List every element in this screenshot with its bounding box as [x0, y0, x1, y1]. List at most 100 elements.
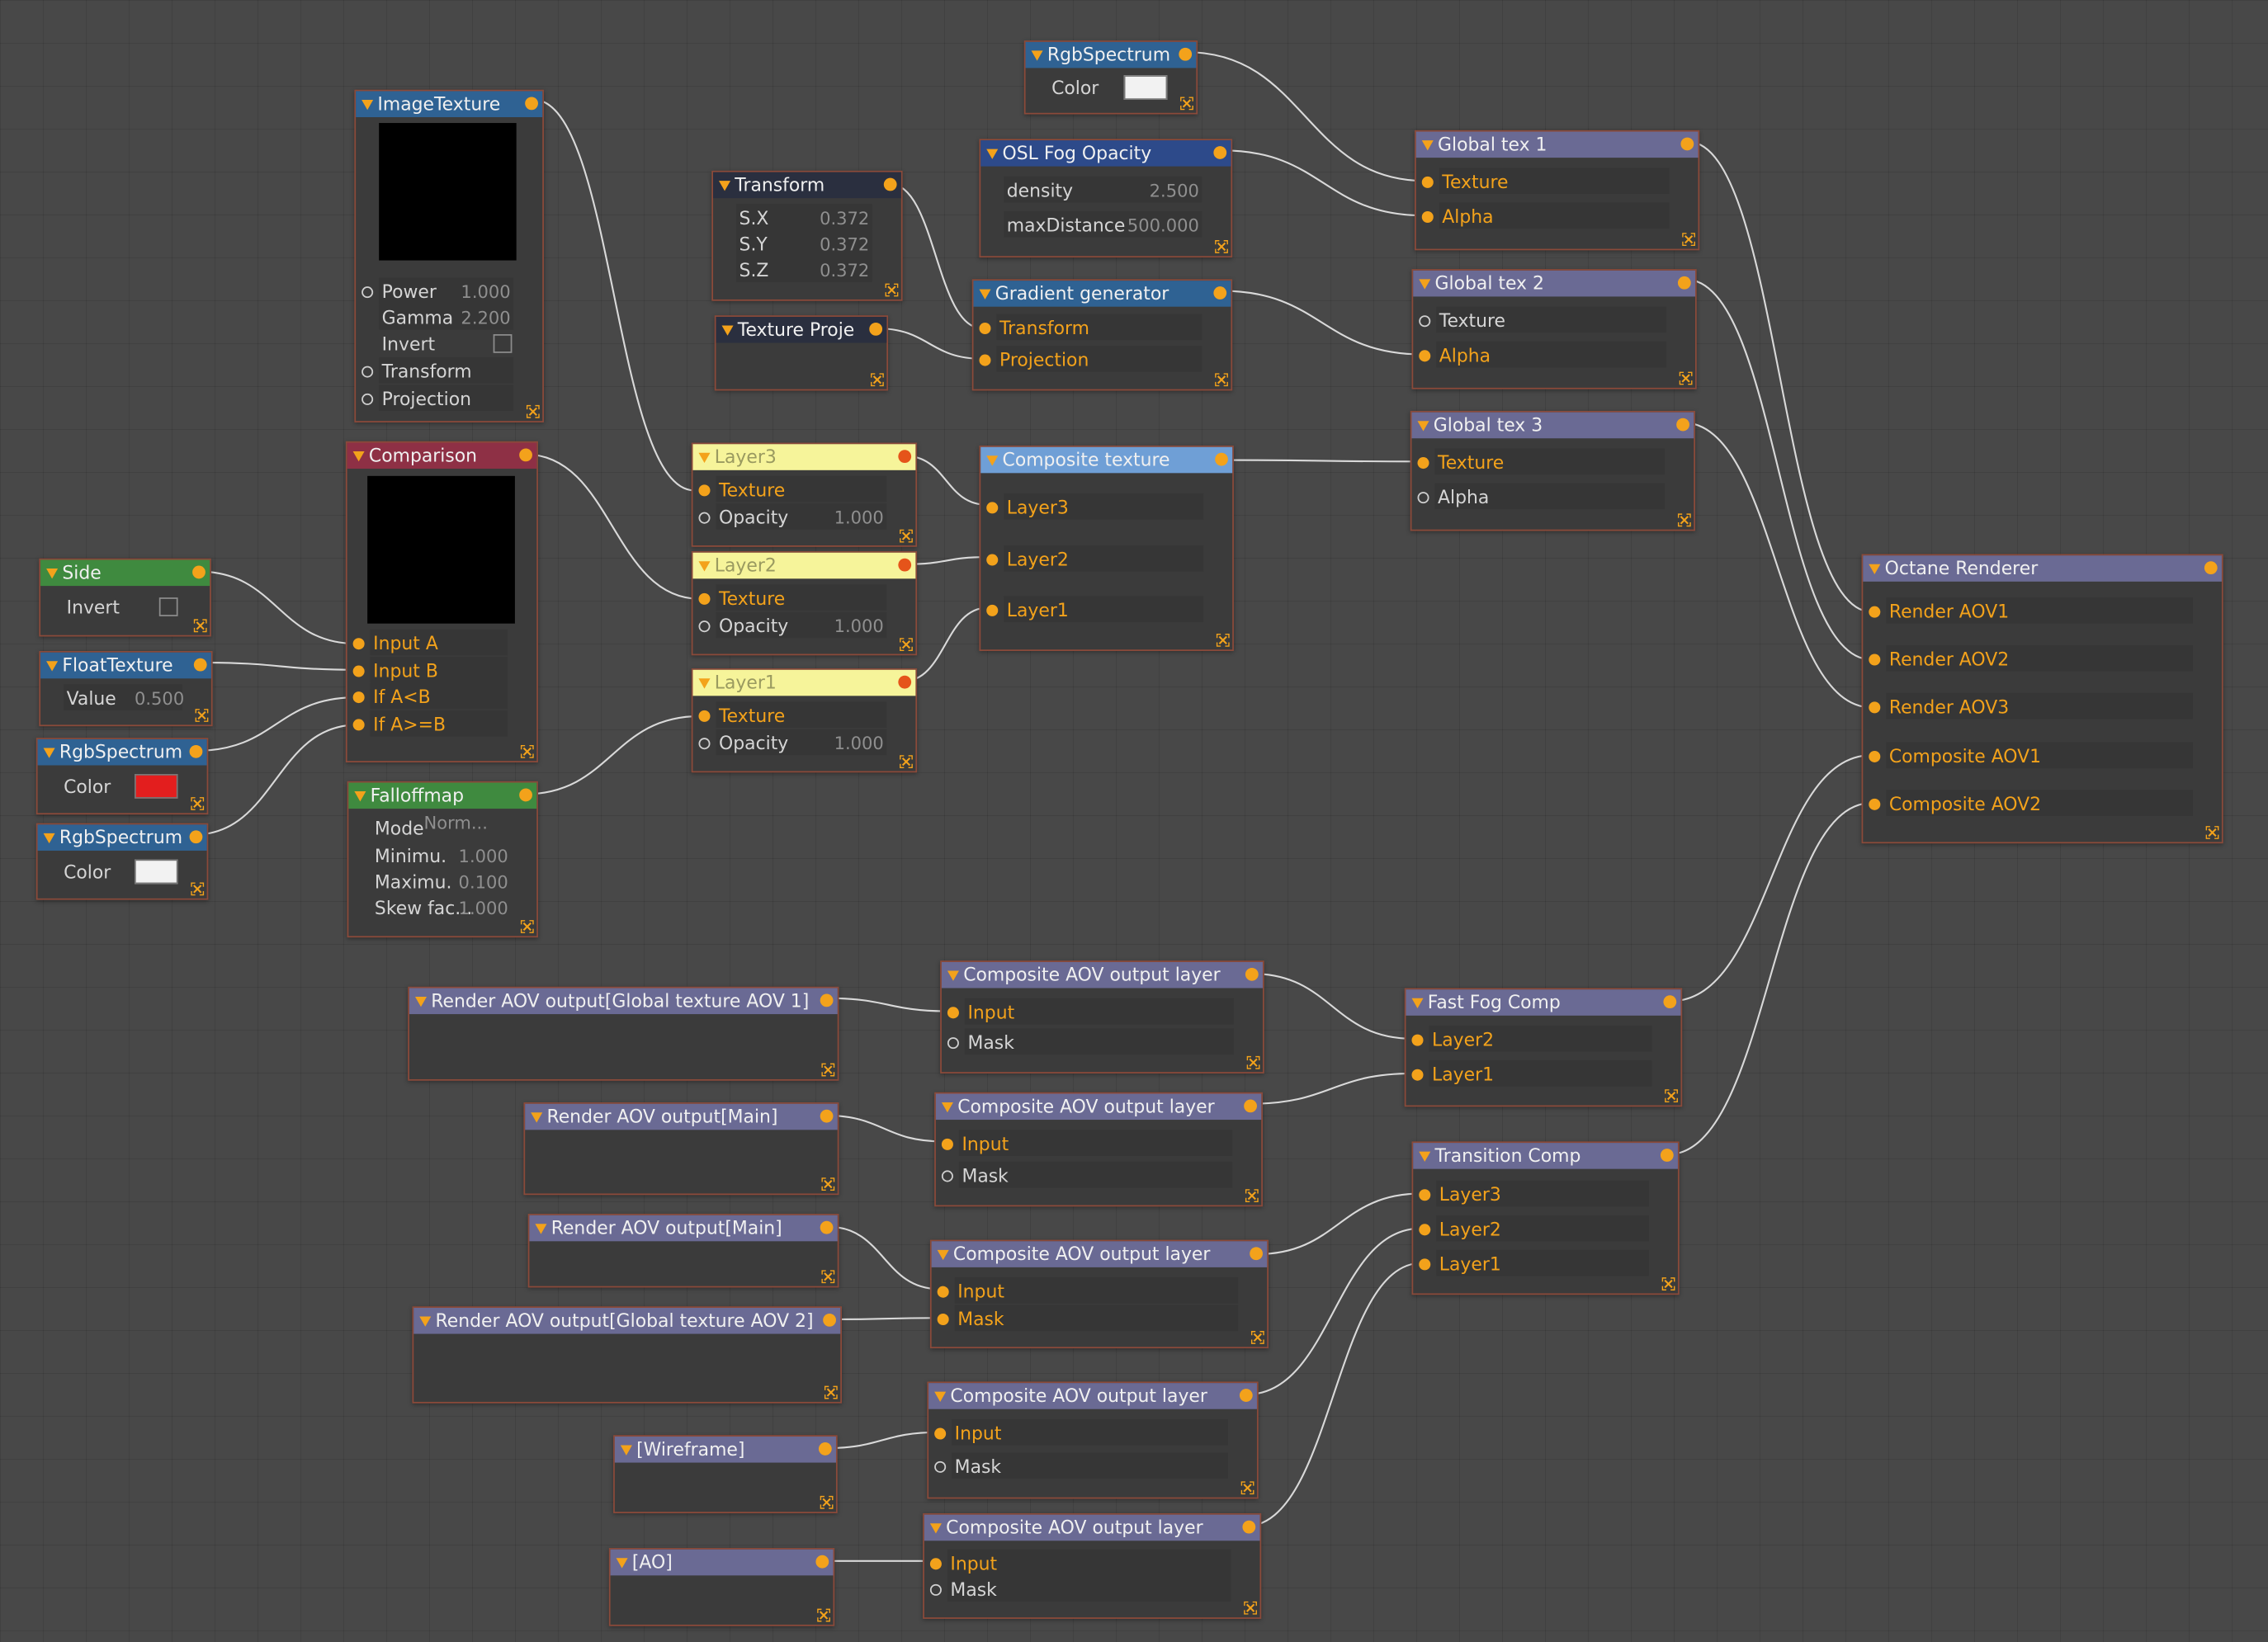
- collapse-triangle-icon[interactable]: [46, 661, 59, 672]
- collapse-triangle-icon[interactable]: [535, 1224, 547, 1234]
- input-port-icon[interactable]: [934, 1460, 947, 1473]
- output-port-icon[interactable]: [1663, 995, 1677, 1009]
- param-value[interactable]: 1.000: [834, 507, 884, 530]
- resize-corner-icon[interactable]: [1665, 1089, 1678, 1103]
- param-mask[interactable]: Mask: [941, 1164, 1009, 1187]
- node-col4[interactable]: Composite AOV output layer Input Mask: [927, 1381, 1259, 1499]
- param-maximu-[interactable]: Maximu.: [375, 871, 452, 894]
- node-aov_g2[interactable]: Render AOV output[Global texture AOV 2]: [412, 1306, 842, 1404]
- param-value[interactable]: 1.000: [459, 845, 508, 868]
- output-port-icon[interactable]: [869, 322, 883, 336]
- param-s-y[interactable]: S.Y: [739, 233, 768, 256]
- resize-corner-icon[interactable]: [191, 882, 205, 896]
- param-render-aov2[interactable]: Render AOV2: [1869, 648, 2009, 671]
- output-port-icon[interactable]: [820, 993, 834, 1007]
- node-texproj[interactable]: Texture Proje: [714, 315, 889, 391]
- color-swatch[interactable]: [134, 859, 178, 885]
- node-header[interactable]: Transform: [713, 172, 901, 199]
- invert-checkbox[interactable]: [493, 334, 513, 353]
- output-port-icon[interactable]: [193, 658, 207, 672]
- node-side[interactable]: Side Invert: [39, 558, 211, 637]
- node-header[interactable]: Render AOV output[Global texture AOV 1]: [409, 988, 838, 1015]
- resize-corner-icon[interactable]: [1661, 1277, 1675, 1290]
- output-port-icon[interactable]: [818, 1442, 832, 1456]
- param-minimu-[interactable]: Minimu.: [375, 845, 447, 868]
- param-composite-aov2[interactable]: Composite AOV2: [1869, 793, 2041, 816]
- input-port-icon[interactable]: [698, 710, 711, 722]
- param-value[interactable]: 2.200: [461, 307, 510, 330]
- node-header[interactable]: OSL Fog Opacity: [980, 140, 1231, 167]
- input-port-icon[interactable]: [1417, 457, 1429, 469]
- param-value[interactable]: Value: [67, 687, 116, 710]
- connection-wire[interactable]: [1670, 754, 1872, 1003]
- node-octane[interactable]: Octane Renderer Render AOV1 Render AOV2 Ren…: [1861, 554, 2223, 844]
- param-mask[interactable]: Mask: [937, 1308, 1004, 1331]
- node-header[interactable]: Comparison: [347, 442, 537, 469]
- collapse-triangle-icon[interactable]: [531, 1112, 543, 1123]
- resize-corner-icon[interactable]: [195, 709, 209, 722]
- node-header[interactable]: RgbSpectrum: [1025, 41, 1197, 68]
- param-value[interactable]: 1.000: [834, 732, 884, 755]
- connection-wire[interactable]: [1245, 1227, 1422, 1396]
- resize-corner-icon[interactable]: [1682, 233, 1695, 247]
- collapse-triangle-icon[interactable]: [698, 452, 711, 464]
- input-port-icon[interactable]: [1869, 798, 1881, 810]
- param-layer1[interactable]: Layer1: [986, 599, 1069, 622]
- resize-corner-icon[interactable]: [1240, 1481, 1254, 1495]
- param-value[interactable]: 1.000: [461, 281, 510, 304]
- node-gtex3[interactable]: Global tex 3 Texture Alpha: [1410, 410, 1695, 531]
- param-s-z[interactable]: S.Z: [739, 259, 769, 282]
- connection-wire[interactable]: [195, 696, 357, 753]
- node-header[interactable]: Layer2: [692, 552, 916, 579]
- node-header[interactable]: Gradient generator: [973, 281, 1231, 307]
- output-port-icon[interactable]: [1179, 47, 1193, 61]
- collapse-triangle-icon[interactable]: [986, 149, 999, 159]
- connection-wire[interactable]: [202, 661, 357, 671]
- output-port-icon[interactable]: [1245, 967, 1259, 981]
- node-rgb_red[interactable]: RgbSpectrum Color: [35, 738, 209, 815]
- node-aov_main2[interactable]: Render AOV output[Main]: [527, 1214, 839, 1288]
- node-oslfog[interactable]: OSL Fog Opacity density 2.500 maxDistance 50…: [979, 139, 1233, 258]
- node-header[interactable]: Octane Renderer: [1863, 555, 2222, 582]
- param-value[interactable]: 500.000: [1127, 214, 1199, 237]
- input-port-icon[interactable]: [979, 354, 991, 366]
- output-port-icon[interactable]: [1244, 1099, 1257, 1113]
- node-header[interactable]: Composite AOV output layer: [931, 1241, 1268, 1267]
- node-header[interactable]: Render AOV output[Main]: [529, 1215, 838, 1242]
- collapse-triangle-icon[interactable]: [43, 748, 55, 758]
- param-layer2[interactable]: Layer2: [1419, 1218, 1501, 1241]
- input-port-icon[interactable]: [986, 554, 999, 566]
- collapse-triangle-icon[interactable]: [941, 1102, 953, 1113]
- input-port-icon[interactable]: [352, 665, 365, 677]
- collapse-triangle-icon[interactable]: [698, 561, 711, 572]
- node-gtex1[interactable]: Global tex 1 Texture Alpha: [1414, 130, 1700, 251]
- param-projection[interactable]: Projection: [979, 349, 1089, 372]
- param-input[interactable]: Input: [934, 1422, 1001, 1445]
- param-if-a-b[interactable]: If A>=B: [352, 713, 446, 736]
- collapse-triangle-icon[interactable]: [43, 833, 55, 844]
- input-port-icon[interactable]: [937, 1286, 949, 1298]
- node-header[interactable]: [AO]: [610, 1549, 834, 1576]
- param-layer1[interactable]: Layer1: [1411, 1064, 1494, 1087]
- node-layer2[interactable]: Layer2 Texture Opacity 1.000: [691, 551, 918, 656]
- connection-wire[interactable]: [889, 182, 983, 330]
- param-layer2[interactable]: Layer2: [986, 549, 1069, 572]
- input-port-icon[interactable]: [1417, 492, 1429, 504]
- param-layer1[interactable]: Layer1: [1419, 1253, 1501, 1276]
- input-port-icon[interactable]: [361, 366, 374, 378]
- param-texture[interactable]: Texture: [1417, 451, 1504, 474]
- resize-corner-icon[interactable]: [900, 755, 913, 769]
- node-editor-canvas[interactable]: ImageTexture Power 1.000 Gamma 2.200 Invert Tr…: [0, 0, 2268, 1642]
- collapse-triangle-icon[interactable]: [934, 1391, 947, 1402]
- input-port-icon[interactable]: [1419, 1189, 1431, 1201]
- input-port-icon[interactable]: [361, 393, 374, 405]
- node-header[interactable]: Falloffmap: [348, 782, 537, 809]
- param-texture[interactable]: Texture: [698, 587, 785, 611]
- resize-corner-icon[interactable]: [885, 283, 899, 297]
- input-port-icon[interactable]: [1419, 1258, 1431, 1271]
- input-port-icon[interactable]: [352, 638, 365, 650]
- param-input[interactable]: Input: [937, 1281, 1004, 1304]
- input-port-icon[interactable]: [698, 512, 711, 524]
- collapse-triangle-icon[interactable]: [986, 455, 999, 466]
- connection-wire[interactable]: [824, 1114, 943, 1143]
